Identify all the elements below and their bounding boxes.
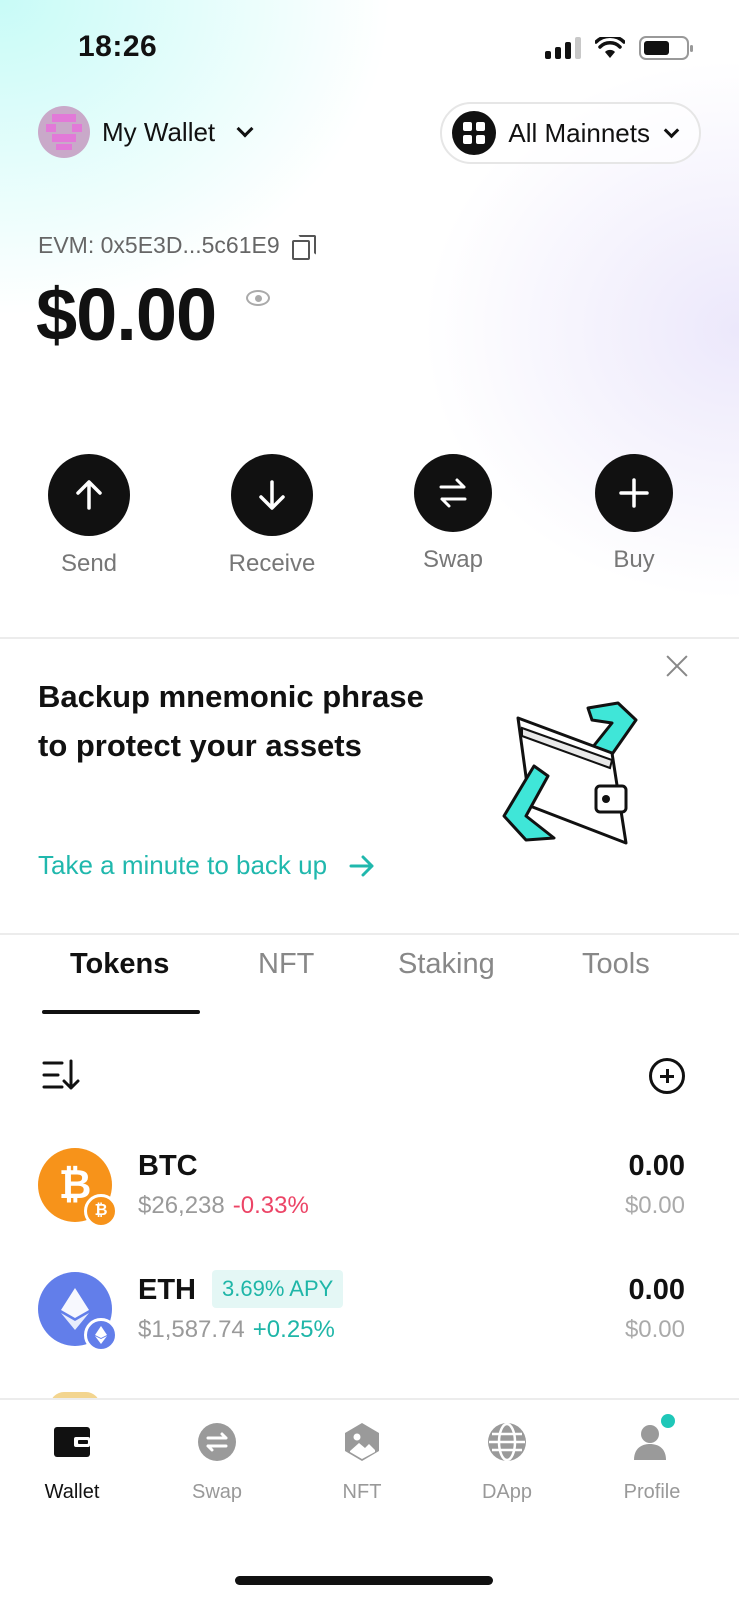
token-price: $26,238 -0.33% [138, 1192, 309, 1220]
notification-dot [661, 1414, 675, 1428]
token-price-value: $26,238 [138, 1192, 225, 1219]
chevron-down-icon [663, 122, 680, 138]
token-row-btc[interactable]: ₿ ₿ BTC $26,238 -0.33% 0.00 $0.00 [0, 1148, 739, 1258]
nav-dapp[interactable]: DApp [447, 1422, 567, 1504]
tab-staking[interactable]: Staking [398, 948, 495, 981]
swap-button[interactable]: Swap [393, 454, 513, 574]
apy-badge: 3.69% APY [212, 1270, 344, 1308]
swap-label: Swap [422, 546, 484, 573]
wallet-address: EVM: 0x5E3D...5c61E9 [38, 232, 280, 258]
wallet-illustration [502, 701, 638, 845]
status-time: 18:26 [78, 30, 158, 63]
globe-icon [488, 1422, 526, 1462]
bitcoin-chain-icon: ₿ [84, 1194, 118, 1228]
sort-icon[interactable] [42, 1058, 80, 1092]
bottom-nav: Wallet Swap NFT DApp Profile [0, 1398, 739, 1600]
wallet-icon [54, 1427, 90, 1457]
token-amount: 0.00 [628, 1274, 685, 1306]
wallet-selector[interactable]: My Wallet [38, 106, 254, 158]
token-symbol: ETH [138, 1274, 196, 1306]
tab-tokens[interactable]: Tokens [70, 948, 169, 981]
arrow-up-icon [48, 454, 130, 536]
network-label: All Mainnets [508, 117, 650, 148]
nav-swap-label: Swap [191, 1481, 243, 1503]
send-button[interactable]: Send [29, 454, 149, 578]
nav-nft-label: NFT [342, 1481, 382, 1503]
cellular-signal-icon [545, 37, 581, 59]
token-symbol: BTC [138, 1150, 198, 1182]
token-value: $0.00 [624, 1316, 685, 1343]
asset-tabs: Tokens NFT Staking Tools [0, 948, 739, 1018]
receive-button[interactable]: Receive [212, 454, 332, 578]
nav-profile-label: Profile [623, 1481, 681, 1503]
avatar [38, 106, 90, 158]
token-price-value: $1,587.74 [138, 1316, 245, 1343]
nav-profile[interactable]: Profile [592, 1414, 712, 1504]
arrow-down-icon [231, 454, 313, 536]
address-row: EVM: 0x5E3D...5c61E9 [38, 232, 316, 260]
swap-icon [198, 1423, 236, 1461]
nav-nft[interactable]: NFT [302, 1422, 422, 1504]
tab-nft[interactable]: NFT [258, 948, 314, 981]
profile-icon [634, 1414, 675, 1460]
backup-link[interactable]: Take a minute to back up [38, 850, 375, 881]
section-divider [0, 933, 739, 935]
eye-icon[interactable] [246, 290, 270, 306]
nft-icon [345, 1423, 379, 1461]
grid-icon [452, 111, 497, 155]
plus-icon [595, 454, 673, 532]
tab-active-indicator [42, 1010, 200, 1014]
backup-title: Backup mnemonic phrase to protect your a… [38, 679, 424, 763]
token-price: $1,587.74 +0.25% [138, 1316, 335, 1344]
token-value: $0.00 [624, 1192, 685, 1219]
buy-label: Buy [613, 546, 655, 573]
wallet-name: My Wallet [102, 116, 216, 147]
copy-icon[interactable] [291, 234, 316, 260]
token-amount: 0.00 [628, 1150, 685, 1182]
backup-link-label: Take a minute to back up [38, 850, 328, 880]
total-balance: $0.00 [36, 273, 217, 356]
chevron-down-icon [236, 120, 254, 138]
section-divider [0, 637, 739, 639]
tab-tools[interactable]: Tools [582, 948, 650, 981]
swap-arrows-icon [414, 454, 492, 532]
add-token-button[interactable] [649, 1058, 685, 1094]
home-indicator [235, 1576, 493, 1585]
receive-label: Receive [228, 550, 316, 577]
send-label: Send [60, 550, 118, 577]
token-change: +0.25% [252, 1316, 335, 1343]
buy-button[interactable]: Buy [574, 454, 694, 574]
nav-swap[interactable]: Swap [157, 1422, 277, 1504]
token-row-eth[interactable]: ETH 3.69% APY $1,587.74 +0.25% 0.00 $0.00 [0, 1270, 739, 1382]
nav-wallet[interactable]: Wallet [12, 1422, 132, 1504]
nav-dapp-label: DApp [481, 1481, 533, 1503]
battery-icon [639, 36, 693, 60]
ethereum-chain-icon [84, 1318, 118, 1352]
network-selector-button[interactable]: All Mainnets [440, 102, 701, 164]
token-change: -0.33% [232, 1192, 309, 1219]
arrow-right-icon [349, 855, 374, 876]
status-icons [545, 36, 693, 60]
close-icon[interactable] [663, 652, 691, 680]
nav-wallet-label: Wallet [44, 1481, 100, 1503]
wifi-icon [595, 37, 625, 58]
